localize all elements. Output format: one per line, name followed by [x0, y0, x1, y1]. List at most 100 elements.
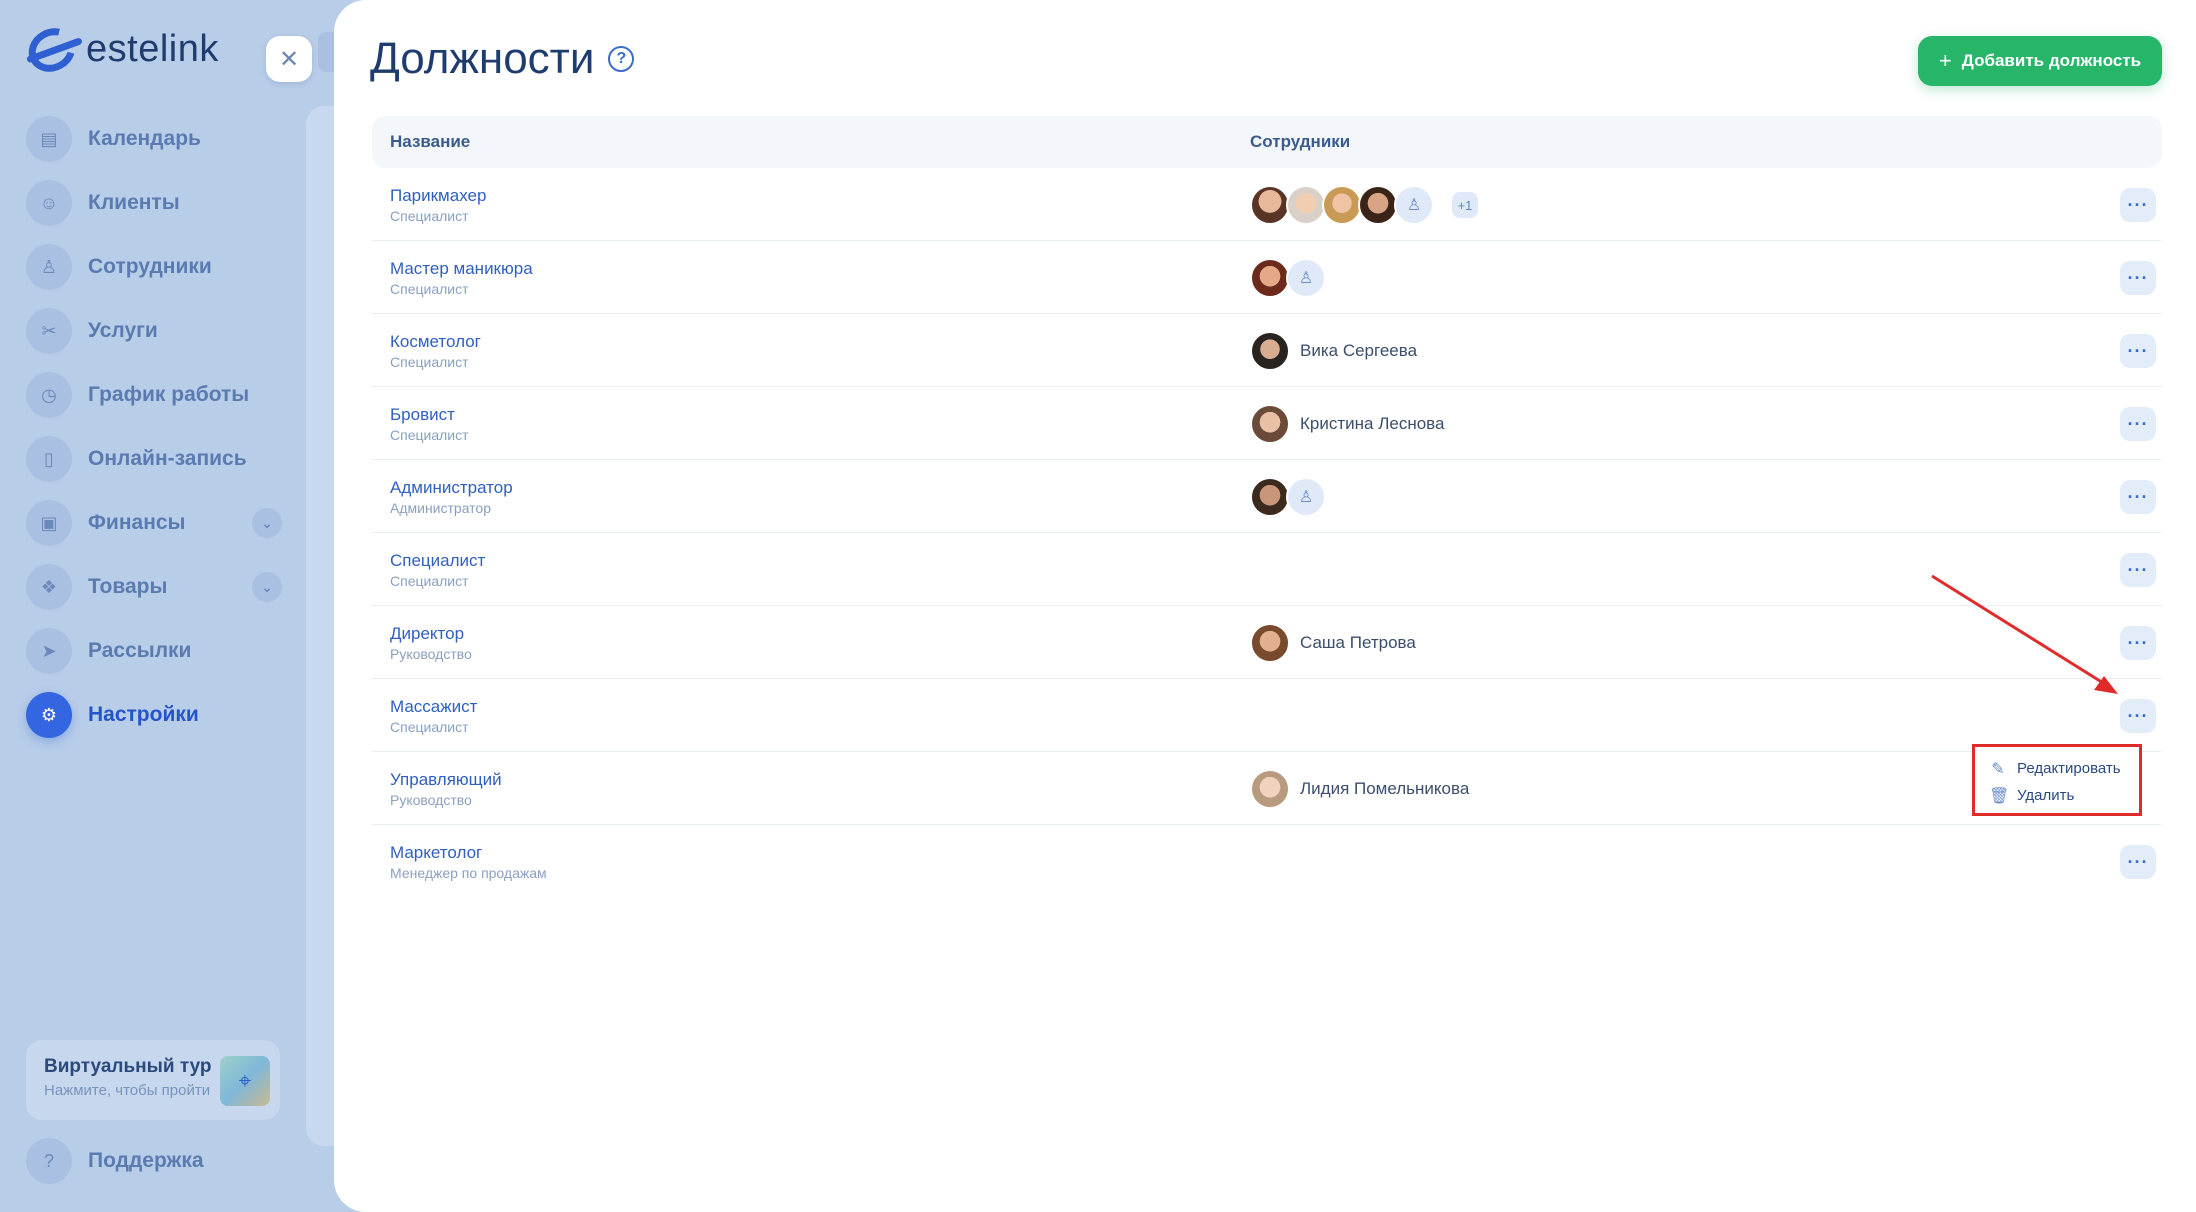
chevron-down-icon[interactable]: ⌄: [252, 572, 282, 602]
more-icon: ···: [2127, 559, 2149, 580]
employees-cell: ♙ +1: [1250, 185, 1478, 225]
position-title[interactable]: Администратор: [390, 478, 513, 498]
sidebar-item-online-booking[interactable]: ▯ Онлайн-запись: [26, 436, 282, 482]
avatar[interactable]: [1250, 623, 1290, 663]
table-row[interactable]: Директор Руководство Саша Петрова ···: [372, 606, 2162, 679]
sidebar-item-mailings[interactable]: ➤ Рассылки: [26, 628, 282, 674]
table-row[interactable]: Администратор Администратор ♙ ···: [372, 460, 2162, 533]
virtual-tour-card[interactable]: Виртуальный тур Нажмите, чтобы пройти ⌖: [26, 1040, 280, 1120]
row-actions-button[interactable]: ···: [2120, 480, 2156, 514]
position-title[interactable]: Бровист: [390, 405, 469, 425]
avatar[interactable]: [1286, 185, 1326, 225]
avatar[interactable]: [1250, 331, 1290, 371]
employees-cell: Кристина Леснова: [1250, 404, 1444, 444]
scissors-icon: ✂: [26, 308, 72, 354]
position-title[interactable]: Маркетолог: [390, 843, 547, 863]
chevron-down-icon[interactable]: ⌄: [252, 508, 282, 538]
sidebar-item-services[interactable]: ✂ Услуги: [26, 308, 282, 354]
table-header: Название Сотрудники: [372, 116, 2162, 168]
column-header-employees: Сотрудники: [1250, 132, 1351, 151]
add-position-button[interactable]: + Добавить должность: [1918, 36, 2162, 86]
position-cell: Массажист Специалист: [390, 697, 477, 735]
position-title[interactable]: Специалист: [390, 551, 485, 571]
position-cell: Маркетолог Менеджер по продажам: [390, 843, 547, 881]
row-actions-button[interactable]: ···: [2120, 626, 2156, 660]
avatar[interactable]: [1250, 185, 1290, 225]
position-category: Руководство: [390, 792, 472, 808]
position-title[interactable]: Косметолог: [390, 332, 481, 352]
avatar[interactable]: [1250, 769, 1290, 809]
sidebar-item-finance[interactable]: ▣ Финансы ⌄: [26, 500, 282, 546]
trash-icon: 🗑: [1989, 787, 2010, 805]
row-actions-button[interactable]: ···: [2120, 553, 2156, 587]
sidebar-item-calendar[interactable]: ▤ Календарь: [26, 116, 282, 162]
map-icon: ⌖: [220, 1056, 270, 1106]
position-cell: Парикмахер Специалист: [390, 186, 486, 224]
employee-name[interactable]: Саша Петрова: [1300, 633, 1416, 653]
position-cell: Косметолог Специалист: [390, 332, 481, 370]
position-cell: Управляющий Руководство: [390, 770, 502, 808]
position-title[interactable]: Управляющий: [390, 770, 502, 790]
more-icon: ···: [2127, 632, 2149, 653]
position-title[interactable]: Директор: [390, 624, 472, 644]
more-icon: ···: [2127, 413, 2149, 434]
table-row[interactable]: Управляющий Руководство Лидия Помельнико…: [372, 752, 2162, 825]
employee-name[interactable]: Вика Сергеева: [1300, 341, 1417, 361]
phone-icon: ▯: [26, 436, 72, 482]
row-actions-button[interactable]: ···: [2120, 407, 2156, 441]
avatar[interactable]: [1322, 185, 1362, 225]
user-placeholder-icon[interactable]: ♙: [1394, 185, 1434, 225]
avatar[interactable]: [1358, 185, 1398, 225]
support-link[interactable]: ? Поддержка: [26, 1138, 204, 1184]
sidebar-item-employees[interactable]: ♙ Сотрудники: [26, 244, 282, 290]
row-actions-button[interactable]: ···: [2120, 699, 2156, 733]
position-title[interactable]: Мастер маникюра: [390, 259, 533, 279]
page-title-text: Должности: [370, 34, 595, 83]
avatar[interactable]: [1250, 477, 1290, 517]
clock-icon: ◷: [26, 372, 72, 418]
position-title[interactable]: Парикмахер: [390, 186, 486, 206]
table-row[interactable]: Массажист Специалист ···: [372, 679, 2162, 752]
table-row[interactable]: Парикмахер Специалист ♙ +1 ···: [372, 168, 2162, 241]
sidebar-item-label: Настройки: [88, 703, 199, 726]
sidebar-item-schedule[interactable]: ◷ График работы: [26, 372, 282, 418]
more-employees-badge[interactable]: +1: [1452, 192, 1478, 218]
support-label: Поддержка: [88, 1149, 204, 1172]
position-cell: Администратор Администратор: [390, 478, 513, 516]
employee-name[interactable]: Кристина Леснова: [1300, 414, 1444, 434]
send-icon: ➤: [26, 628, 72, 674]
help-icon[interactable]: ?: [608, 46, 635, 72]
row-actions-button[interactable]: ···: [2120, 261, 2156, 295]
position-category: Специалист: [390, 719, 469, 735]
add-position-label: Добавить должность: [1961, 51, 2142, 70]
sidebar-item-label: Календарь: [88, 127, 201, 150]
sidebar-item-label: Товары: [88, 575, 168, 598]
table-row[interactable]: Маркетолог Менеджер по продажам ···: [372, 825, 2162, 898]
row-actions-menu: ✎ Редактировать 🗑 Удалить: [1972, 744, 2142, 816]
position-title[interactable]: Массажист: [390, 697, 477, 717]
user-placeholder-icon[interactable]: ♙: [1286, 258, 1326, 298]
delete-menu-item[interactable]: 🗑 Удалить: [1989, 782, 2125, 809]
table-row[interactable]: Косметолог Специалист Вика Сергеева ···: [372, 314, 2162, 387]
clients-icon: ☺: [26, 180, 72, 226]
logo[interactable]: estelink: [20, 19, 219, 80]
table-row[interactable]: Бровист Специалист Кристина Леснова ···: [372, 387, 2162, 460]
sidebar-item-label: Финансы: [88, 511, 186, 534]
table-row[interactable]: Мастер маникюра Специалист ♙ ···: [372, 241, 2162, 314]
avatar[interactable]: [1250, 404, 1290, 444]
sidebar-item-products[interactable]: ❖ Товары ⌄: [26, 564, 282, 610]
employees-cell: ♙: [1250, 258, 1326, 298]
row-actions-button[interactable]: ···: [2120, 845, 2156, 879]
main-panel: Должности ? + Добавить должность Названи…: [334, 0, 2196, 1212]
avatar[interactable]: [1250, 258, 1290, 298]
row-actions-button[interactable]: ···: [2120, 334, 2156, 368]
edit-menu-item[interactable]: ✎ Редактировать: [1989, 755, 2125, 782]
table-row[interactable]: Специалист Специалист ···: [372, 533, 2162, 606]
user-placeholder-icon[interactable]: ♙: [1286, 477, 1326, 517]
sidebar-item-clients[interactable]: ☺ Клиенты: [26, 180, 282, 226]
close-icon: ✕: [278, 45, 300, 73]
row-actions-button[interactable]: ···: [2120, 188, 2156, 222]
employee-name[interactable]: Лидия Помельникова: [1300, 779, 1469, 799]
close-sidebar-button[interactable]: ✕: [266, 36, 312, 82]
sidebar-item-settings[interactable]: ⚙ Настройки: [26, 692, 282, 738]
